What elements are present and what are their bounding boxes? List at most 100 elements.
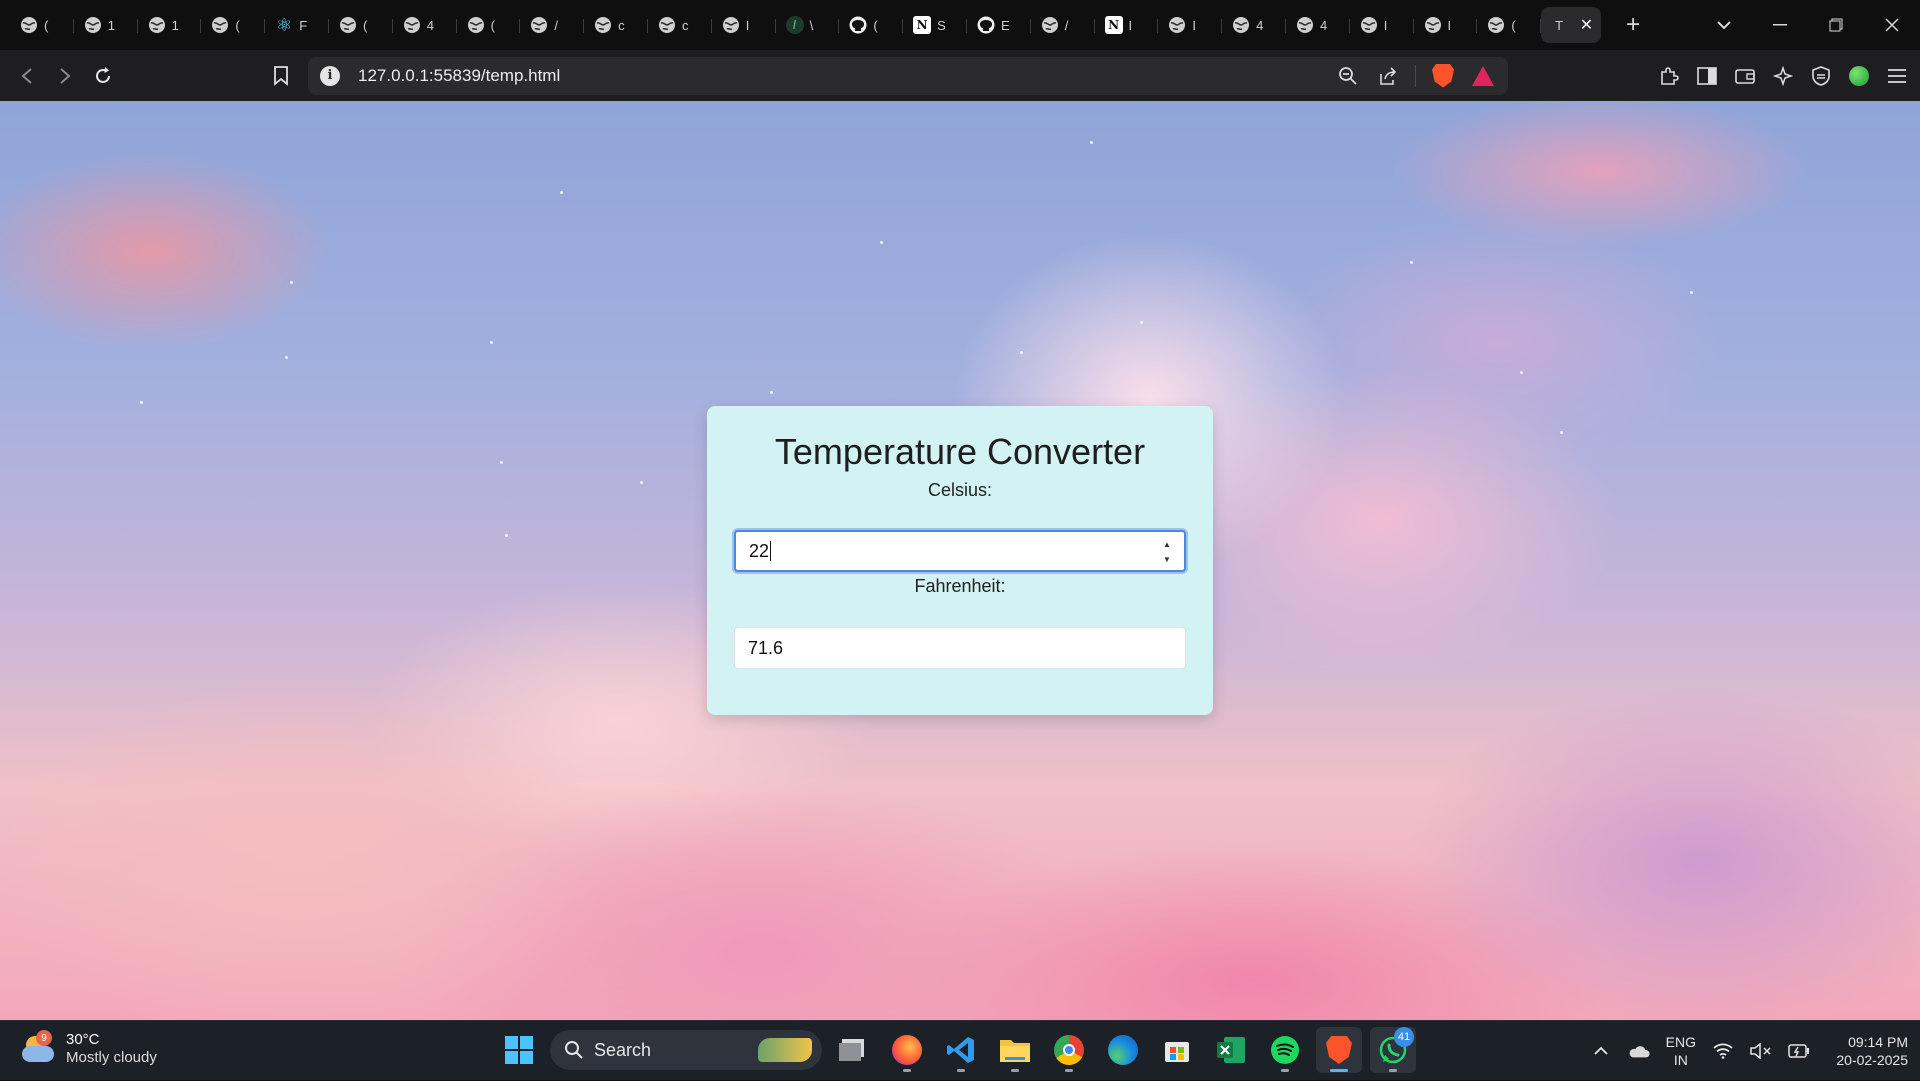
tab-strip: (1 1(⚛ F(4(/ c c I / \(N S E / N I I 4 4 I I(T ✕ + bbox=[0, 0, 1920, 50]
restore-button[interactable] bbox=[1808, 0, 1864, 50]
celsius-input[interactable]: 22 ▲ ▼ bbox=[734, 530, 1186, 572]
globe-icon bbox=[1232, 16, 1250, 34]
spinner-up-icon[interactable]: ▲ bbox=[1163, 540, 1171, 549]
browser-tab[interactable]: ( bbox=[839, 7, 903, 43]
vpn-shield-icon[interactable] bbox=[1808, 63, 1834, 89]
profile-avatar[interactable] bbox=[1846, 63, 1872, 89]
browser-tab[interactable]: I bbox=[1158, 7, 1222, 43]
chrome-app[interactable] bbox=[1046, 1027, 1092, 1073]
back-button[interactable] bbox=[8, 57, 46, 95]
volume-muted-icon[interactable] bbox=[1750, 1040, 1772, 1062]
fahrenheit-label: Fahrenheit: bbox=[914, 576, 1006, 596]
brave-rewards-icon[interactable] bbox=[1470, 63, 1496, 89]
globe-icon bbox=[1296, 16, 1314, 34]
browser-tab[interactable]: c bbox=[584, 7, 648, 43]
browser-tab[interactable]: ( bbox=[10, 7, 74, 43]
address-bar[interactable]: i 127.0.0.1:55839/temp.html bbox=[308, 56, 1508, 95]
start-button[interactable] bbox=[496, 1027, 542, 1073]
system-tray: ENG IN 09:14 PM 20-02-2025 bbox=[1590, 1021, 1908, 1081]
tab-title: ( bbox=[1511, 17, 1516, 33]
spinner-down-icon[interactable]: ▼ bbox=[1163, 555, 1171, 564]
vscode-app[interactable] bbox=[938, 1027, 984, 1073]
new-tab-button[interactable]: + bbox=[1613, 7, 1653, 43]
language-code: ENG bbox=[1665, 1034, 1696, 1050]
globe-icon bbox=[20, 16, 38, 34]
browser-tab[interactable]: 4 bbox=[1222, 7, 1286, 43]
leo-ai-icon[interactable] bbox=[1770, 63, 1796, 89]
task-view-button[interactable] bbox=[830, 1027, 876, 1073]
browser-tab[interactable]: 1 bbox=[138, 7, 202, 43]
wifi-icon[interactable] bbox=[1712, 1040, 1734, 1062]
notion-icon: N bbox=[913, 16, 932, 34]
share-icon[interactable] bbox=[1375, 63, 1401, 89]
fahrenheit-input[interactable]: 71.6 bbox=[734, 627, 1186, 669]
star-sparkle bbox=[290, 281, 293, 284]
extensions-icon[interactable] bbox=[1656, 63, 1682, 89]
language-indicator[interactable]: ENG IN bbox=[1666, 1033, 1696, 1069]
window-controls bbox=[1696, 0, 1920, 50]
browser-tab[interactable]: I bbox=[712, 7, 776, 43]
star-sparkle bbox=[1020, 351, 1023, 354]
wallet-icon[interactable] bbox=[1732, 63, 1758, 89]
excel-app[interactable] bbox=[1208, 1027, 1254, 1073]
vscode-icon bbox=[947, 1037, 974, 1063]
brave-app[interactable] bbox=[1316, 1027, 1362, 1073]
firefox-app[interactable] bbox=[884, 1027, 930, 1073]
weather-widget[interactable]: 9 30°C Mostly cloudy bbox=[22, 1030, 157, 1067]
whatsapp-app[interactable]: 41 bbox=[1370, 1027, 1416, 1073]
ms-store-app[interactable] bbox=[1154, 1027, 1200, 1073]
browser-tab[interactable]: 4 bbox=[393, 7, 457, 43]
globe-icon bbox=[84, 16, 102, 34]
site-info-icon[interactable]: i bbox=[320, 65, 340, 86]
bookmark-button[interactable] bbox=[262, 57, 300, 95]
reload-button[interactable] bbox=[84, 57, 122, 95]
brave-shields-icon[interactable] bbox=[1430, 63, 1456, 89]
star-sparkle bbox=[1560, 431, 1563, 434]
browser-tab[interactable]: c bbox=[648, 7, 712, 43]
spotify-app[interactable] bbox=[1262, 1027, 1308, 1073]
globe-icon bbox=[530, 16, 548, 34]
battery-charging-icon[interactable] bbox=[1788, 1040, 1810, 1062]
browser-tab[interactable]: 4 bbox=[1286, 7, 1350, 43]
minimize-button[interactable] bbox=[1752, 0, 1808, 50]
bookmark-icon bbox=[274, 65, 288, 86]
browser-tab[interactable]: E bbox=[967, 7, 1031, 43]
browser-tab[interactable]: 1 bbox=[74, 7, 138, 43]
menu-icon[interactable] bbox=[1884, 63, 1910, 89]
close-window-button[interactable] bbox=[1864, 0, 1920, 50]
sidebar-icon[interactable] bbox=[1694, 63, 1720, 89]
url-text[interactable]: 127.0.0.1:55839/temp.html bbox=[358, 66, 560, 86]
browser-tab[interactable]: ( bbox=[201, 7, 265, 43]
browser-tab[interactable]: ( bbox=[329, 7, 393, 43]
spotify-icon bbox=[1271, 1036, 1299, 1064]
star-sparkle bbox=[1410, 261, 1413, 264]
globe-icon bbox=[467, 16, 485, 34]
browser-tab[interactable]: NI bbox=[1095, 7, 1159, 43]
taskbar-search[interactable]: Search bbox=[550, 1030, 822, 1070]
clock-date: 20-02-2025 bbox=[1836, 1052, 1908, 1068]
star-sparkle bbox=[770, 391, 773, 394]
tab-title: ( bbox=[44, 17, 49, 33]
edge-app[interactable] bbox=[1100, 1027, 1146, 1073]
browser-tab[interactable]: ( bbox=[1477, 7, 1541, 43]
onedrive-cloud-icon[interactable] bbox=[1628, 1040, 1650, 1062]
number-spinner[interactable]: ▲ ▼ bbox=[1160, 540, 1174, 564]
browser-tab[interactable]: NS bbox=[903, 7, 967, 43]
file-explorer-app[interactable] bbox=[992, 1027, 1038, 1073]
browser-tab-active[interactable]: T ✕ bbox=[1541, 7, 1602, 43]
tab-list: (1 1(⚛ F(4(/ c c I / \(N S E / N I I 4 4 I I(T ✕ bbox=[0, 0, 1602, 50]
browser-tab[interactable]: ( bbox=[457, 7, 521, 43]
zoom-icon[interactable] bbox=[1335, 63, 1361, 89]
forward-button[interactable] bbox=[46, 57, 84, 95]
browser-tab[interactable]: ⚛ F bbox=[265, 7, 329, 43]
browser-tab[interactable]: / \ bbox=[776, 7, 840, 43]
browser-tab[interactable]: I bbox=[1350, 7, 1414, 43]
browser-tab[interactable]: I bbox=[1414, 7, 1478, 43]
browser-tab[interactable]: / bbox=[520, 7, 584, 43]
show-hidden-icons-chevron-icon[interactable] bbox=[1590, 1040, 1612, 1062]
close-tab-icon[interactable]: ✕ bbox=[1580, 15, 1593, 35]
firefox-icon bbox=[892, 1035, 922, 1065]
browser-tab[interactable]: / bbox=[1031, 7, 1095, 43]
tab-search-chevron-icon[interactable] bbox=[1696, 0, 1752, 50]
clock[interactable]: 09:14 PM 20-02-2025 bbox=[1826, 1033, 1908, 1069]
